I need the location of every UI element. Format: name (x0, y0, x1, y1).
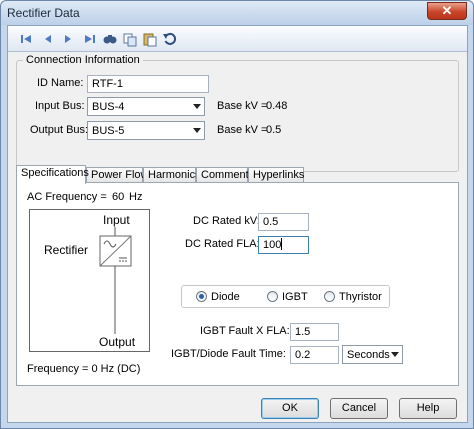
ac-frequency-value: 60 (112, 191, 125, 203)
dc-rated-fla-field[interactable]: 100 (258, 236, 309, 254)
window-title: Rectifier Data (7, 6, 80, 20)
thyristor-radio-label[interactable]: Thyristor (339, 291, 382, 303)
output-bus-value: BUS-5 (92, 125, 125, 137)
igbt-radio[interactable] (267, 291, 278, 302)
tab-harmonics[interactable]: Harmonics (143, 167, 201, 183)
frequency-note: Frequency = 0 Hz (DC) (27, 363, 141, 375)
output-base-kv-label: Base kV = (217, 124, 268, 136)
copy-icon[interactable] (122, 31, 138, 47)
igbt-fault-label: IGBT Fault X FLA: (200, 325, 290, 337)
tab-power-flow[interactable]: Power Flow (86, 167, 148, 183)
paste-icon[interactable] (142, 31, 158, 47)
input-bus-select[interactable]: BUS-4 (87, 97, 205, 116)
dc-rated-fla-value: 100 (263, 239, 282, 251)
find-icon[interactable] (102, 31, 118, 47)
output-bus-select[interactable]: BUS-5 (87, 121, 205, 140)
input-base-kv-value: 0.48 (266, 100, 288, 112)
id-name-label: ID Name: (37, 77, 84, 89)
chevron-down-icon (193, 128, 201, 133)
title-bar[interactable]: Rectifier Data ✕ (1, 1, 473, 25)
dc-rated-fla-label: DC Rated FLA: (185, 238, 260, 250)
help-button[interactable]: Help (399, 398, 457, 419)
fault-time-label: IGBT/Diode Fault Time: (171, 348, 286, 360)
input-bus-value: BUS-4 (92, 101, 125, 113)
cancel-button[interactable]: Cancel (330, 398, 388, 419)
text-caret (281, 238, 283, 250)
ac-frequency-label: AC Frequency = (27, 191, 107, 203)
specifications-panel: AC Frequency = 60 Hz Input Rectifier Out… (16, 182, 459, 386)
connection-information-group: Connection Information ID Name: RTF-1 In… (16, 54, 459, 172)
thyristor-radio[interactable] (324, 291, 335, 302)
chevron-down-icon (391, 352, 399, 357)
tab-specifications[interactable]: Specifications (16, 165, 89, 184)
rectifier-data-window: Rectifier Data ✕ Connection Information … (0, 0, 474, 429)
dc-rated-kv-field[interactable]: 0.5 (258, 213, 309, 231)
ok-button[interactable]: OK (261, 398, 319, 419)
tab-comments[interactable]: Comments (196, 167, 254, 183)
diode-radio-label[interactable]: Diode (211, 291, 240, 303)
rectifier-symbol-icon (99, 227, 132, 334)
previous-record-icon[interactable] (40, 31, 56, 47)
igbt-radio-label[interactable]: IGBT (282, 291, 308, 303)
diode-radio[interactable] (196, 291, 207, 302)
first-record-icon[interactable] (18, 31, 34, 47)
dc-rated-kv-label: DC Rated kV: (193, 215, 260, 227)
id-name-field[interactable]: RTF-1 (87, 75, 209, 93)
device-type-group: Diode IGBT Thyristor (181, 285, 390, 308)
tab-hyperlinks[interactable]: Hyperlinks (248, 167, 304, 183)
input-base-kv-label: Base kV = (217, 100, 268, 112)
igbt-fault-field[interactable]: 1.5 (290, 323, 339, 341)
toolbar (8, 26, 467, 52)
dialog-body: Connection Information ID Name: RTF-1 In… (7, 25, 468, 423)
input-bus-label: Input Bus: (35, 100, 85, 112)
next-record-icon[interactable] (60, 31, 76, 47)
rectifier-diagram: Input Rectifier Output (29, 209, 150, 352)
ac-frequency-unit: Hz (129, 191, 143, 203)
undo-icon[interactable] (162, 31, 178, 47)
close-button[interactable]: ✕ (427, 2, 467, 20)
fault-time-field[interactable]: 0.2 (290, 346, 339, 364)
last-record-icon[interactable] (82, 31, 98, 47)
fault-time-unit-select[interactable]: Seconds (342, 345, 403, 364)
output-base-kv-value: 0.5 (266, 124, 282, 136)
fault-time-unit-value: Seconds (347, 349, 390, 361)
chevron-down-icon (193, 104, 201, 109)
connection-information-title: Connection Information (23, 54, 143, 66)
output-bus-label: Output Bus: (30, 124, 89, 136)
